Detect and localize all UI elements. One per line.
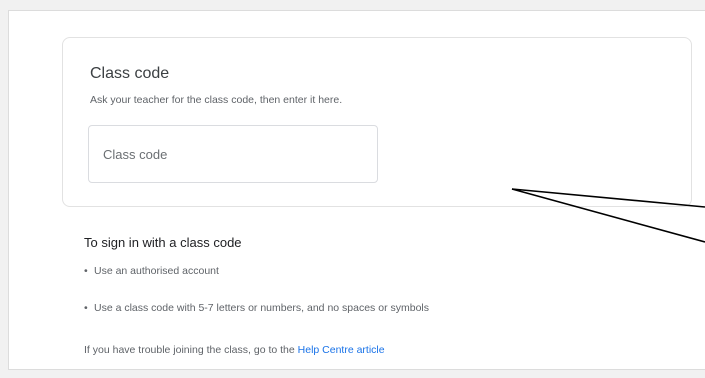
trouble-prefix: If you have trouble joining the class, g…: [84, 344, 295, 356]
list-item: Use a class code with 5-7 letters or num…: [84, 302, 429, 314]
help-trouble-text: If you have trouble joining the class, g…: [84, 344, 385, 356]
requirements-list: Use an authorised account Use a class co…: [84, 265, 429, 314]
card-subtitle: Ask your teacher for the class code, the…: [90, 94, 343, 106]
help-centre-link[interactable]: Help Centre article: [298, 344, 385, 356]
help-title: To sign in with a class code: [84, 235, 242, 250]
class-code-card: Class code Ask your teacher for the clas…: [62, 37, 692, 207]
class-code-input[interactable]: [88, 125, 378, 183]
card-title: Class code: [90, 65, 170, 82]
join-class-page: Class code Ask your teacher for the clas…: [8, 10, 705, 370]
list-item: Use an authorised account: [84, 265, 429, 277]
